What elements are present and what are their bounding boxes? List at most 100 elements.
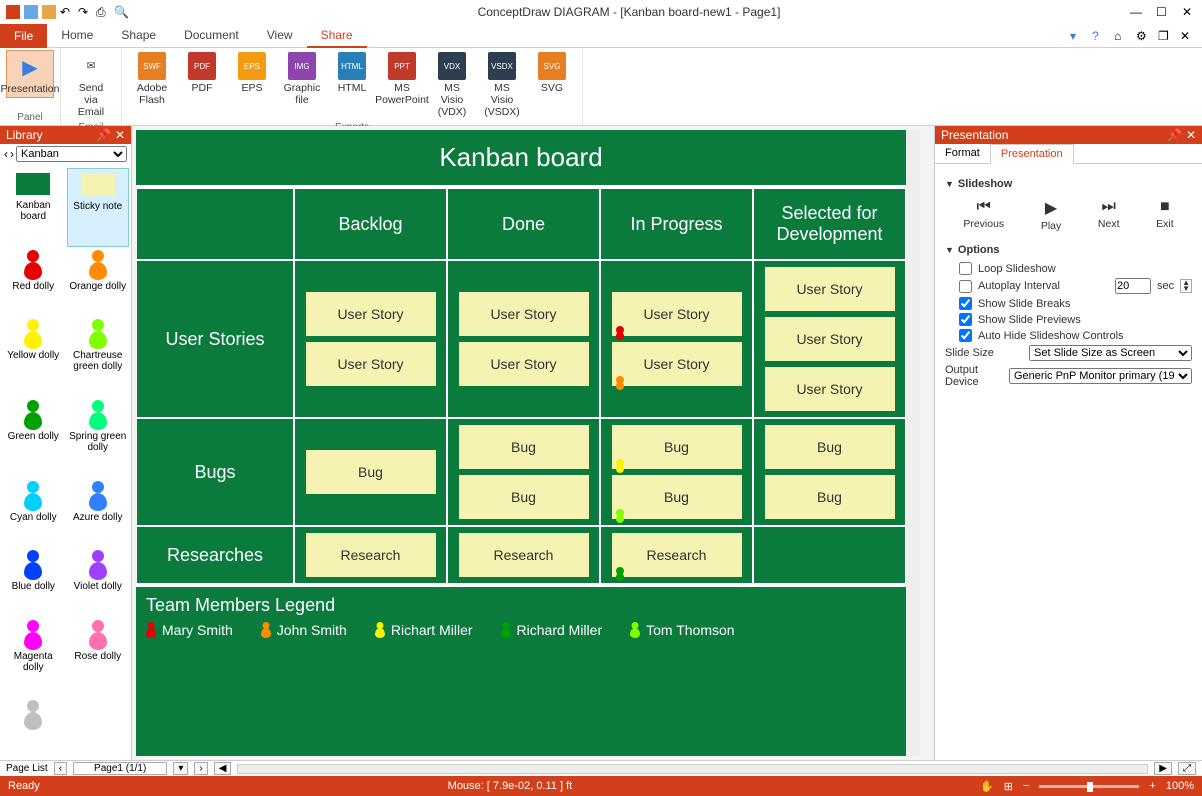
home-icon[interactable]: ⌂ <box>1114 29 1128 43</box>
loop-checkbox[interactable] <box>959 262 972 275</box>
previews-checkbox[interactable] <box>959 313 972 326</box>
open-icon[interactable] <box>42 5 56 19</box>
kanban-cell[interactable]: User StoryUser Story <box>447 260 600 418</box>
tab-presentation[interactable]: Presentation <box>990 144 1074 164</box>
kanban-cell[interactable]: User Story User Story User Story <box>753 260 906 418</box>
doc-restore-icon[interactable]: ❐ <box>1158 29 1172 43</box>
presentation-panel-button[interactable]: ▶ Presentation <box>6 50 54 98</box>
sticky-note[interactable]: Research <box>459 533 589 577</box>
kanban-cell[interactable]: Research <box>294 526 447 584</box>
nav-forward-icon[interactable]: › <box>10 147 14 161</box>
library-select[interactable]: Kanban <box>16 146 127 162</box>
print-icon[interactable]: ⎙ <box>96 5 110 19</box>
window-icon[interactable]: ▾ <box>1070 29 1084 43</box>
fit-button[interactable]: ⤢ <box>1178 762 1196 775</box>
pin-icon[interactable]: 📌 <box>1167 128 1182 142</box>
exit-button[interactable]: ■Exit <box>1156 198 1174 232</box>
library-item-gray-dolly[interactable] <box>2 699 65 756</box>
kanban-cell[interactable]: Bug <box>294 418 447 526</box>
send-via-email-button[interactable]: ✉ Send via Email <box>67 50 115 120</box>
sticky-note[interactable]: User Story <box>459 292 589 336</box>
export-adobe-flash-button[interactable]: SWFAdobe Flash <box>128 50 176 108</box>
help-icon[interactable]: ? <box>1092 29 1106 43</box>
sticky-note[interactable]: Bug <box>765 475 895 519</box>
hscroll-left-button[interactable]: ◀ <box>214 762 232 775</box>
sticky-note[interactable]: Research <box>306 533 436 577</box>
slideshow-heading[interactable]: Slideshow <box>945 178 1192 190</box>
library-item-orange-dolly[interactable]: Orange dolly <box>67 249 130 317</box>
preview-icon[interactable]: 🔍 <box>114 5 128 19</box>
page-next-button[interactable]: › <box>194 762 207 775</box>
library-item-violet-dolly[interactable]: Violet dolly <box>67 549 130 617</box>
redo-icon[interactable]: ↷ <box>78 5 92 19</box>
autohide-checkbox[interactable] <box>959 329 972 342</box>
export-pdf-button[interactable]: PDFPDF <box>178 50 226 96</box>
minimize-icon[interactable]: — <box>1130 5 1144 19</box>
zoom-slider[interactable] <box>1039 785 1139 788</box>
sticky-note[interactable]: User Story <box>612 342 742 386</box>
library-item-kanban-board[interactable]: Kanban board <box>2 168 65 247</box>
sticky-note[interactable]: User Story <box>765 367 895 411</box>
export-html-button[interactable]: HTMLHTML <box>328 50 376 96</box>
grid-icon[interactable]: ⊞ <box>1004 780 1013 793</box>
sticky-note[interactable]: User Story <box>765 317 895 361</box>
kanban-cell[interactable]: Research <box>600 526 753 584</box>
tab-view[interactable]: View <box>253 24 307 48</box>
export-svg-button[interactable]: SVGSVG <box>528 50 576 96</box>
slide-size-select[interactable]: Set Slide Size as Screen <box>1029 345 1192 361</box>
next-button[interactable]: ⏭Next <box>1098 198 1120 232</box>
export-eps-button[interactable]: EPSEPS <box>228 50 276 96</box>
kanban-cell[interactable]: Bug Bug <box>447 418 600 526</box>
hand-icon[interactable]: ✋ <box>980 780 994 793</box>
kanban-cell[interactable]: BugBug <box>600 418 753 526</box>
sticky-note[interactable]: User Story <box>306 342 436 386</box>
library-item-red-dolly[interactable]: Red dolly <box>2 249 65 317</box>
library-item-yellow-dolly[interactable]: Yellow dolly <box>2 318 65 397</box>
kanban-cell[interactable]: Bug Bug <box>753 418 906 526</box>
maximize-icon[interactable]: ☐ <box>1156 5 1170 19</box>
zoom-in-icon[interactable]: + <box>1149 780 1155 792</box>
tab-format[interactable]: Format <box>935 144 990 163</box>
zoom-out-icon[interactable]: − <box>1023 780 1029 792</box>
library-item-cyan-dolly[interactable]: Cyan dolly <box>2 480 65 548</box>
autoplay-value[interactable] <box>1115 278 1151 294</box>
library-item-spring-green-dolly[interactable]: Spring green dolly <box>67 399 130 478</box>
kanban-cell[interactable]: User Story User Story <box>600 260 753 418</box>
page-dropdown-button[interactable]: ▾ <box>173 762 188 775</box>
zoom-value[interactable]: 100% <box>1166 780 1194 792</box>
autoplay-checkbox[interactable] <box>959 280 972 293</box>
sticky-note[interactable]: Bug <box>459 425 589 469</box>
export-ms-visio-vsdx--button[interactable]: VSDXMS Visio (VSDX) <box>478 50 526 120</box>
kanban-cell[interactable]: Research <box>447 526 600 584</box>
library-item-sticky-note[interactable]: Sticky note <box>67 168 130 247</box>
sticky-note[interactable]: Bug <box>459 475 589 519</box>
hscroll-right-button[interactable]: ▶ <box>1154 762 1172 775</box>
export-ms-visio-vdx--button[interactable]: VDXMS Visio (VDX) <box>428 50 476 120</box>
sticky-note[interactable]: User Story <box>765 267 895 311</box>
close-icon[interactable]: ✕ <box>1182 5 1196 19</box>
library-item-blue-dolly[interactable]: Blue dolly <box>2 549 65 617</box>
tab-document[interactable]: Document <box>170 24 253 48</box>
spinner-icon[interactable]: ▲▼ <box>1180 279 1192 293</box>
library-item-azure-dolly[interactable]: Azure dolly <box>67 480 130 548</box>
library-item-chartreuse-green-dolly[interactable]: Chartreuse green dolly <box>67 318 130 397</box>
nav-back-icon[interactable]: ‹ <box>4 147 8 161</box>
panel-close-icon[interactable]: ✕ <box>1186 128 1196 142</box>
undo-icon[interactable]: ↶ <box>60 5 74 19</box>
previous-button[interactable]: ⏮Previous <box>963 198 1004 232</box>
kanban-cell[interactable] <box>753 526 906 584</box>
page-current[interactable]: Page1 (1/1) <box>73 762 167 775</box>
kanban-board[interactable]: Kanban board BacklogDoneIn ProgressSelec… <box>136 130 906 756</box>
tab-share[interactable]: Share <box>307 24 367 48</box>
library-item-magenta-dolly[interactable]: Magenta dolly <box>2 619 65 698</box>
sticky-note[interactable]: Bug <box>765 425 895 469</box>
settings-icon[interactable]: ⚙ <box>1136 29 1150 43</box>
sticky-note[interactable]: Bug <box>612 475 742 519</box>
sticky-note[interactable]: Research <box>612 533 742 577</box>
sticky-note[interactable]: User Story <box>612 292 742 336</box>
pin-icon[interactable]: 📌 <box>96 128 111 142</box>
output-device-select[interactable]: Generic PnP Monitor primary (19 <box>1009 368 1192 384</box>
page-prev-button[interactable]: ‹ <box>54 762 67 775</box>
doc-close-icon[interactable]: ✕ <box>1180 29 1194 43</box>
vertical-scrollbar[interactable] <box>906 130 920 756</box>
